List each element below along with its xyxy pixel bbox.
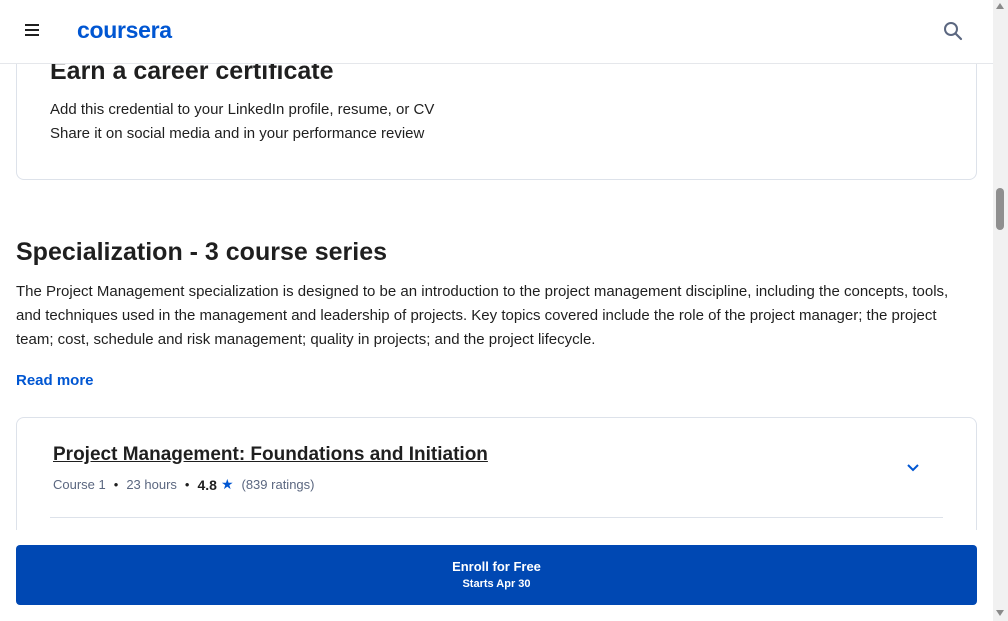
coursera-logo[interactable]: coursera — [77, 17, 172, 44]
course-number: Course 1 — [53, 477, 106, 492]
course-title-link[interactable]: Project Management: Foundations and Init… — [53, 444, 488, 466]
search-icon[interactable] — [942, 20, 964, 42]
read-more-link[interactable]: Read more — [16, 372, 94, 389]
separator-dot: • — [113, 477, 119, 492]
scroll-up-arrow-icon[interactable] — [996, 3, 1004, 9]
scroll-down-arrow-icon[interactable] — [996, 610, 1004, 616]
chevron-down-icon[interactable] — [905, 460, 921, 476]
course-rating: 4.8 — [197, 476, 217, 493]
enroll-button-label: Enroll for Free — [452, 559, 541, 574]
page-viewport: Earn a career certificate Add this crede… — [0, 0, 993, 621]
certificate-line: Add this credential to your LinkedIn pro… — [50, 101, 435, 118]
certificate-line: Share it on social media and in your per… — [50, 125, 425, 142]
vertical-scrollbar[interactable] — [993, 0, 1008, 621]
enroll-for-free-button[interactable]: Enroll for Free Starts Apr 30 — [16, 545, 977, 605]
specialization-title: Specialization - 3 course series — [16, 238, 387, 266]
course-ratings-count: (839 ratings) — [241, 477, 315, 492]
star-icon: ★ — [220, 476, 234, 492]
course-hours: 23 hours — [126, 477, 177, 492]
enroll-button-sublabel: Starts Apr 30 — [462, 578, 531, 590]
hamburger-menu-icon[interactable] — [25, 24, 43, 38]
separator-dot: • — [184, 477, 190, 492]
course-divider — [50, 517, 943, 518]
course-meta: Course 1 • 23 hours • 4.8 ★ (839 ratings… — [53, 476, 314, 493]
scrollbar-thumb[interactable] — [996, 188, 1004, 230]
specialization-description: The Project Management specialization is… — [16, 283, 949, 348]
top-navigation-bar: coursera — [0, 0, 993, 64]
